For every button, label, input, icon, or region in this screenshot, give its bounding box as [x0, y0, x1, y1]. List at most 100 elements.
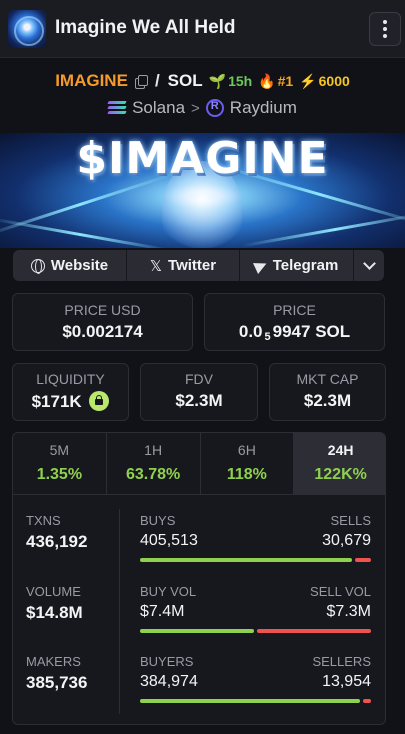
boost-count: 6000 [318, 73, 350, 89]
pair-age-badge: 🌱 15h [209, 73, 253, 90]
telegram-button[interactable]: Telegram [240, 250, 354, 281]
volume-value: $14.8M [26, 603, 83, 622]
makers-value: 385,736 [26, 673, 88, 692]
sells-value: 30,679 [322, 532, 371, 549]
price-native-label: PRICE [273, 302, 316, 318]
buys-sells-bar [140, 558, 371, 562]
sellers-bar-fill [363, 699, 371, 703]
mkt-cap-label: MKT CAP [296, 371, 359, 387]
telegram-plane-icon [252, 257, 269, 274]
tab-label: 1H [144, 442, 163, 458]
website-button[interactable]: Website [13, 250, 127, 281]
tab-label: 24H [327, 442, 354, 458]
buy-vol-label: BUY VOL [140, 584, 197, 599]
buys-bar-fill [140, 558, 353, 562]
price-native-unit: SOL [315, 322, 351, 341]
chevron-down-icon [362, 257, 376, 270]
buys-label: BUYS [140, 513, 176, 528]
price-usd-label: PRICE USD [64, 302, 141, 318]
tab-1h[interactable]: 1H 63.78% [107, 433, 201, 494]
token-banner-image: $IMAGINE [0, 133, 405, 248]
buyers-bar-fill [140, 699, 360, 703]
timeframe-tabs: 5M 1.35% 1H 63.78% 6H 118% 24H 122K% [13, 433, 385, 495]
tab-change: 1.35% [36, 466, 83, 483]
token-title: Imagine We All Held [55, 17, 236, 38]
buy-vol-value: $7.4M [140, 603, 185, 620]
sellers-value: 13,954 [322, 673, 371, 690]
stats-panel: 5M 1.35% 1H 63.78% 6H 118% 24H 122K% TXN… [12, 432, 386, 725]
pair-separator: / [154, 71, 160, 90]
txns-value: 436,192 [26, 532, 88, 551]
buyers-sellers-bar [140, 699, 371, 703]
liquidity-label: LIQUIDITY [36, 371, 105, 387]
buys-sells-ratio: BUYS SELLS 405,513 30,679 [140, 513, 371, 562]
buyers-label: BUYERS [140, 654, 194, 669]
lightning-icon: ⚡ [299, 72, 317, 89]
mkt-cap-value: $2.3M [303, 391, 352, 410]
tab-change: 63.78% [125, 466, 181, 483]
vertical-dots-icon[interactable] [369, 12, 401, 46]
more-links-button[interactable] [354, 250, 384, 281]
boost-badge[interactable]: ⚡ 6000 [299, 73, 350, 90]
twitter-button[interactable]: 𝕏 Twitter [127, 250, 240, 281]
twitter-label: Twitter [168, 257, 217, 274]
copy-icon[interactable] [134, 74, 148, 89]
txns-label: TXNS [26, 513, 61, 528]
chain-name[interactable]: Solana [132, 98, 185, 118]
price-native-value: 0.0 5 9947 SOL [205, 322, 384, 343]
price-native-zero-count: 5 [264, 331, 271, 343]
tab-change: 122K% [314, 466, 367, 483]
x-logo-icon: 𝕏 [149, 257, 163, 275]
sell-vol-bar-fill [257, 629, 371, 633]
column-divider [119, 509, 120, 714]
telegram-label: Telegram [272, 257, 339, 274]
pair-row: IMAGINE / SOL 🌱 15h 🔥 #1 ⚡ 6000 [0, 70, 405, 92]
buys-value: 405,513 [140, 532, 198, 549]
sells-label: SELLS [330, 513, 371, 528]
quote-token-symbol: SOL [167, 71, 203, 90]
liquidity-value-row: $171K [13, 391, 128, 412]
trending-rank-badge[interactable]: 🔥 #1 [258, 73, 293, 90]
buyers-value: 384,974 [140, 673, 198, 690]
tab-6h[interactable]: 6H 118% [201, 433, 295, 494]
raydium-icon [205, 99, 224, 117]
sell-vol-value: $7.3M [326, 603, 371, 620]
buyers-sellers-ratio: BUYERS SELLERS 384,974 13,954 [140, 654, 371, 703]
base-token-symbol[interactable]: IMAGINE [55, 71, 128, 91]
buy-vol-bar-fill [140, 629, 254, 633]
volume-metric: VOLUME $14.8M [26, 584, 83, 623]
volume-label: VOLUME [26, 584, 81, 599]
chain-breadcrumb: Solana > Raydium [0, 97, 405, 119]
dex-name[interactable]: Raydium [230, 98, 297, 118]
flame-icon: 🔥 [258, 72, 276, 89]
price-usd-value: $0.002174 [62, 322, 143, 341]
social-links-bar: Website 𝕏 Twitter Telegram [13, 250, 384, 281]
pair-age: 15h [228, 73, 253, 89]
fdv-label: FDV [185, 371, 213, 387]
app-header: Imagine We All Held [0, 0, 405, 58]
brain-logo-icon [8, 10, 46, 48]
solana-icon [107, 101, 127, 115]
buy-sell-volume-bar [140, 629, 371, 633]
trending-rank: #1 [277, 73, 294, 89]
price-native-prefix: 0.0 [238, 322, 263, 341]
lock-icon[interactable] [89, 391, 110, 411]
fdv-card: FDV $2.3M [140, 363, 258, 421]
banner-title: $IMAGINE [76, 133, 329, 184]
tab-24h[interactable]: 24H 122K% [294, 433, 385, 494]
tab-label: 6H [237, 442, 256, 458]
tab-5m[interactable]: 5M 1.35% [13, 433, 107, 494]
tab-label: 5M [49, 442, 70, 458]
sellers-label: SELLERS [312, 654, 371, 669]
price-native-digits: 9947 [272, 322, 311, 341]
globe-icon [30, 258, 45, 274]
makers-metric: MAKERS 385,736 [26, 654, 87, 693]
sell-vol-label: SELL VOL [310, 584, 371, 599]
price-usd-card: PRICE USD $0.002174 [12, 293, 193, 351]
breadcrumb-separator: > [191, 99, 200, 117]
liquidity-card: LIQUIDITY $171K [12, 363, 129, 421]
tab-change: 118% [226, 466, 267, 483]
sprout-icon: 🌱 [208, 72, 227, 89]
sells-bar-fill [355, 558, 371, 562]
txns-metric: TXNS 436,192 [26, 513, 87, 552]
